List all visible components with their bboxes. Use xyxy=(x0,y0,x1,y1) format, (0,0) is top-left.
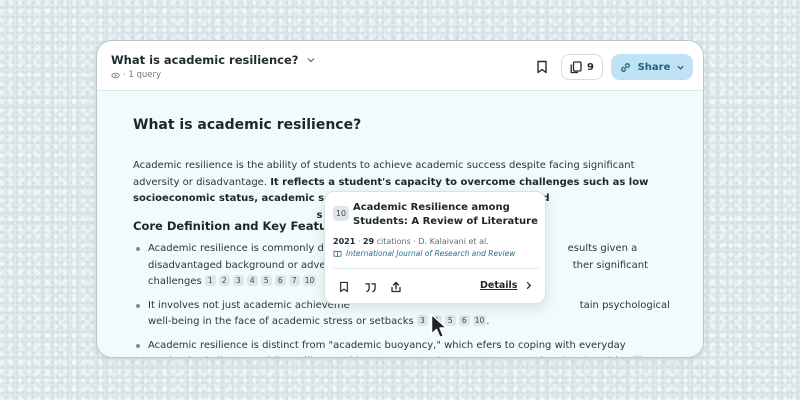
details-link[interactable]: Details xyxy=(480,280,532,291)
share-button[interactable]: Share xyxy=(611,54,693,80)
section-heading: Core Definition and Key Features xyxy=(133,219,348,233)
mouse-cursor-icon xyxy=(430,313,448,339)
paper-year: 2021 xyxy=(333,237,356,246)
book-icon xyxy=(333,250,342,257)
eye-icon xyxy=(111,72,120,78)
bookmark-button[interactable] xyxy=(533,58,551,76)
chevron-down-icon xyxy=(308,58,315,63)
citation-badge[interactable]: 10 xyxy=(302,275,317,286)
citation-badge[interactable]: 7 xyxy=(632,355,644,357)
paper-journal: International Journal of Research and Re… xyxy=(333,249,515,258)
sources-count: 9 xyxy=(587,61,594,73)
citation-badge[interactable]: 6 xyxy=(458,315,470,326)
sources-button[interactable]: 9 xyxy=(561,54,603,80)
citation-badge[interactable]: 3 xyxy=(232,275,244,286)
list-item: Academic resilience is distinct from "ac… xyxy=(133,338,673,357)
chevron-right-icon xyxy=(527,281,532,290)
citation-badge[interactable]: 5 xyxy=(260,275,272,286)
citation-badge[interactable]: 3 xyxy=(416,315,428,326)
share-paper-button[interactable] xyxy=(389,280,403,294)
bookmark-icon xyxy=(340,281,348,293)
bookmark-icon xyxy=(537,60,547,74)
link-icon xyxy=(620,62,630,72)
paper-meta: 2021 · 29 citations · D. Kalaivani et al… xyxy=(333,237,489,246)
citation-badge[interactable]: 2 xyxy=(218,275,230,286)
answer-title: What is academic resilience? xyxy=(133,117,362,133)
app-window: What is academic resilience? · 1 query 9… xyxy=(96,40,704,358)
share-icon xyxy=(391,281,401,293)
chevron-down-icon xyxy=(677,65,685,70)
copy-icon xyxy=(570,60,582,73)
thread-meta: · 1 query xyxy=(111,70,161,80)
share-label: Share xyxy=(637,61,671,73)
divider xyxy=(333,268,539,269)
save-paper-button[interactable] xyxy=(337,280,351,294)
thread-title: What is academic resilience? xyxy=(111,53,299,67)
citation-number: 10 xyxy=(333,206,349,221)
citation-badge[interactable]: 1 xyxy=(204,275,216,286)
query-count: · 1 query xyxy=(123,70,162,80)
paper-citations: 29 xyxy=(362,237,375,246)
citation-popover: 10 Academic Resilience among Students: A… xyxy=(324,191,546,304)
citation-badge[interactable]: 6 xyxy=(274,275,286,286)
top-bar: What is academic resilience? · 1 query 9… xyxy=(97,41,703,91)
quote-icon xyxy=(364,282,376,292)
citation-badge[interactable]: 10 xyxy=(472,315,487,326)
thread-title-dropdown[interactable]: What is academic resilience? xyxy=(111,53,316,67)
citation-badge[interactable]: 4 xyxy=(246,275,258,286)
paper-authors: D. Kalaivani et al. xyxy=(418,237,489,246)
citation-badge[interactable]: 7 xyxy=(288,275,300,286)
paper-title[interactable]: Academic Resilience among Students: A Re… xyxy=(353,201,539,229)
cite-button[interactable] xyxy=(363,280,377,294)
